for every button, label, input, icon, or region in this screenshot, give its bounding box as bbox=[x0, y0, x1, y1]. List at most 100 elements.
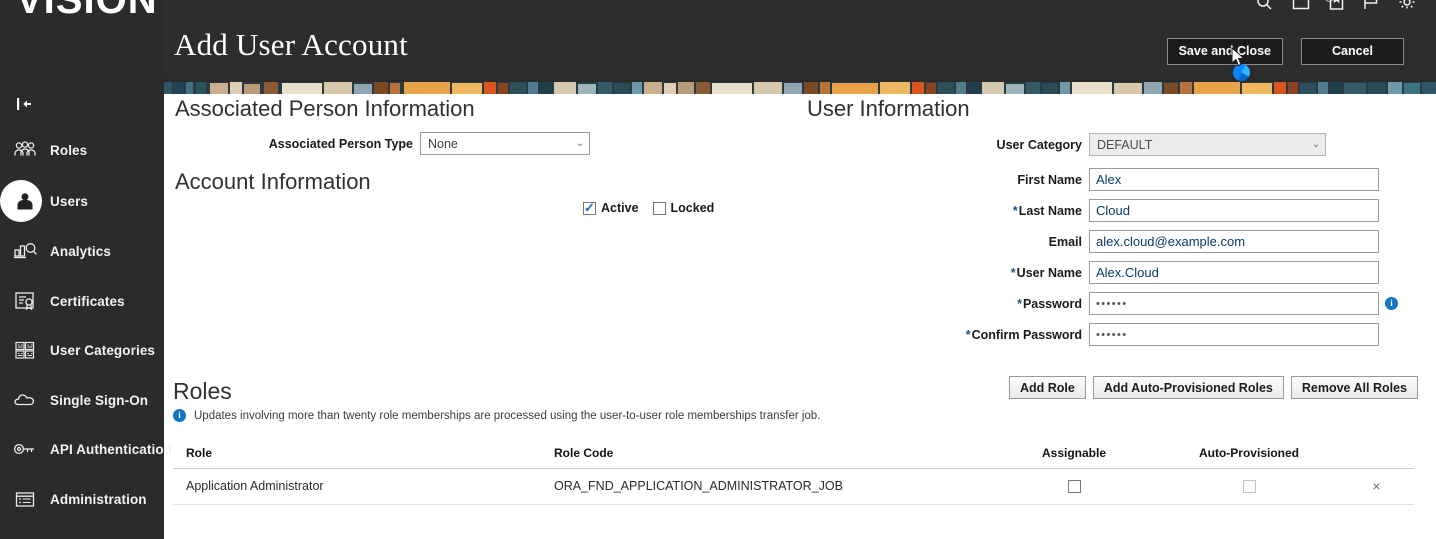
sidebar-item-single-sign-on[interactable]: Single Sign-On bbox=[0, 378, 164, 422]
page-action-buttons: Save and Close Cancel bbox=[1166, 38, 1404, 65]
roles-table-header: Role Role Code Assignable Auto-Provision… bbox=[173, 442, 1414, 469]
table-row[interactable]: Application Administrator ORA_FND_APPLIC… bbox=[173, 468, 1414, 505]
user-category-select[interactable]: DEFAULT ⌄ bbox=[1089, 133, 1326, 156]
key-icon bbox=[0, 427, 50, 471]
grid-cards-icon bbox=[0, 328, 50, 372]
password-label: *Password bbox=[807, 297, 1089, 311]
required-marker: * bbox=[1010, 265, 1016, 280]
sidebar-item-users[interactable]: Users bbox=[0, 179, 164, 223]
last-name-label-text: Last Name bbox=[1018, 203, 1082, 218]
add-role-button[interactable]: Add Role bbox=[1009, 376, 1086, 399]
flag-icon[interactable] bbox=[1363, 0, 1379, 11]
confirm-password-input[interactable] bbox=[1089, 323, 1379, 346]
bookmark-icon[interactable] bbox=[1329, 0, 1344, 11]
header-icon-group bbox=[1256, 0, 1416, 14]
left-form-column: Associated Person Information Associated… bbox=[175, 96, 775, 215]
sidebar-item-api-authentication[interactable]: API Authentication bbox=[0, 427, 172, 471]
sidebar-item-user-categories[interactable]: User Categories bbox=[0, 328, 164, 372]
cell-actions: × bbox=[1339, 468, 1414, 505]
app-logo[interactable]: VISION bbox=[0, 0, 164, 14]
sidebar-item-label: API Authentication bbox=[50, 441, 173, 457]
cell-role-code: ORA_FND_APPLICATION_ADMINISTRATOR_JOB bbox=[541, 468, 989, 505]
cell-assignable bbox=[989, 468, 1159, 505]
confirm-password-label: *Confirm Password bbox=[807, 328, 1089, 342]
sidebar-item-certificates[interactable]: Certificates bbox=[0, 279, 164, 323]
password-input[interactable] bbox=[1089, 292, 1379, 315]
banner-pattern bbox=[164, 78, 1436, 94]
roles-table-body: Application Administrator ORA_FND_APPLIC… bbox=[173, 468, 1414, 505]
sidebar-item-label: Users bbox=[50, 193, 89, 209]
sidebar-item-label: Certificates bbox=[50, 293, 125, 309]
sidebar-item-label: Administration bbox=[50, 491, 147, 507]
table-header-row: Role Role Code Assignable Auto-Provision… bbox=[173, 442, 1414, 469]
last-name-input[interactable] bbox=[1089, 199, 1379, 222]
column-header-assignable[interactable]: Assignable bbox=[989, 442, 1159, 469]
user-person-icon bbox=[0, 179, 50, 223]
roles-table: Role Role Code Assignable Auto-Provision… bbox=[173, 442, 1414, 505]
column-header-actions bbox=[1339, 442, 1414, 469]
remove-role-icon[interactable]: × bbox=[1372, 478, 1380, 494]
email-input[interactable] bbox=[1089, 230, 1379, 253]
main-content: Associated Person Information Associated… bbox=[164, 94, 1436, 539]
email-row: Email bbox=[807, 230, 1427, 253]
sidebar-item-roles[interactable]: Roles bbox=[0, 128, 164, 172]
user-information-heading: User Information bbox=[807, 96, 970, 121]
confirm-password-row: *Confirm Password bbox=[807, 323, 1427, 346]
account-information-heading: Account Information bbox=[175, 169, 371, 194]
left-sidebar: VISION Roles bbox=[0, 0, 172, 539]
cell-auto-provisioned bbox=[1159, 468, 1339, 505]
sidebar-item-label: Roles bbox=[50, 142, 88, 158]
chevron-down-icon: ⌄ bbox=[575, 137, 584, 149]
first-name-input[interactable] bbox=[1089, 168, 1379, 191]
last-name-row: *Last Name bbox=[807, 199, 1427, 222]
save-and-close-button[interactable]: Save and Close bbox=[1166, 38, 1283, 65]
sidebar-item-label: Single Sign-On bbox=[50, 392, 149, 408]
roles-section: Roles i Updates involving more than twen… bbox=[173, 376, 1436, 505]
user-name-input[interactable] bbox=[1089, 261, 1379, 284]
associated-person-heading: Associated Person Information bbox=[175, 96, 475, 121]
sidebar-item-analytics[interactable]: Analytics bbox=[0, 229, 164, 273]
user-name-label-text: User Name bbox=[1016, 265, 1082, 280]
search-icon[interactable] bbox=[1256, 0, 1273, 11]
account-flags-row: ✓ Active Locked bbox=[583, 201, 714, 215]
active-label: Active bbox=[601, 201, 639, 215]
associated-person-type-select[interactable]: None ⌄ bbox=[420, 132, 590, 155]
required-marker: * bbox=[1012, 203, 1018, 218]
cancel-button[interactable]: Cancel bbox=[1301, 38, 1404, 65]
email-label: Email bbox=[1048, 234, 1082, 249]
column-header-role-code[interactable]: Role Code bbox=[541, 442, 989, 469]
roles-note-row: i Updates involving more than twenty rol… bbox=[173, 409, 1436, 422]
column-header-role[interactable]: Role bbox=[173, 442, 541, 469]
confirm-password-label-text: Confirm Password bbox=[971, 327, 1082, 342]
sidebar-item-label: User Categories bbox=[50, 342, 156, 358]
add-auto-provisioned-roles-button[interactable]: Add Auto-Provisioned Roles bbox=[1092, 376, 1284, 399]
logo-text: VISION bbox=[16, 0, 158, 14]
page-title: Add User Account bbox=[174, 27, 408, 62]
bar-chart-search-icon bbox=[0, 229, 50, 273]
assignable-checkbox[interactable] bbox=[1067, 480, 1081, 494]
user-name-row: *User Name bbox=[807, 261, 1427, 284]
associated-person-type-row: Associated Person Type None ⌄ bbox=[175, 132, 775, 155]
folder-icon[interactable] bbox=[1292, 0, 1310, 11]
user-category-label: User Category bbox=[996, 137, 1082, 152]
cloud-icon bbox=[0, 378, 50, 422]
remove-all-roles-button[interactable]: Remove All Roles bbox=[1290, 376, 1418, 399]
password-info-icon[interactable]: i bbox=[1385, 297, 1398, 310]
active-checkbox[interactable]: ✓ bbox=[583, 201, 596, 215]
user-information-column: User Information User Category DEFAULT ⌄… bbox=[807, 96, 1427, 354]
list-window-icon bbox=[0, 477, 50, 521]
remove-all-roles-label: Remove All Roles bbox=[1301, 380, 1407, 395]
settings-icon[interactable] bbox=[1398, 0, 1416, 11]
certificate-ribbon-icon bbox=[0, 279, 50, 323]
locked-label: Locked bbox=[670, 201, 715, 215]
collapse-panel-icon bbox=[17, 98, 31, 110]
sidebar-item-administration[interactable]: Administration bbox=[0, 477, 164, 521]
locked-checkbox[interactable] bbox=[652, 201, 666, 215]
cancel-label: Cancel bbox=[1332, 44, 1373, 58]
chevron-down-icon: ⌄ bbox=[1311, 138, 1320, 150]
collapse-sidebar-button[interactable] bbox=[0, 88, 50, 120]
column-header-auto-provisioned[interactable]: Auto-Provisioned bbox=[1159, 442, 1339, 469]
roles-toolbar: Add Role Add Auto-Provisioned Roles Remo… bbox=[1009, 376, 1418, 399]
auto-provisioned-checkbox bbox=[1242, 480, 1256, 494]
user-category-row: User Category DEFAULT ⌄ bbox=[807, 133, 1427, 156]
